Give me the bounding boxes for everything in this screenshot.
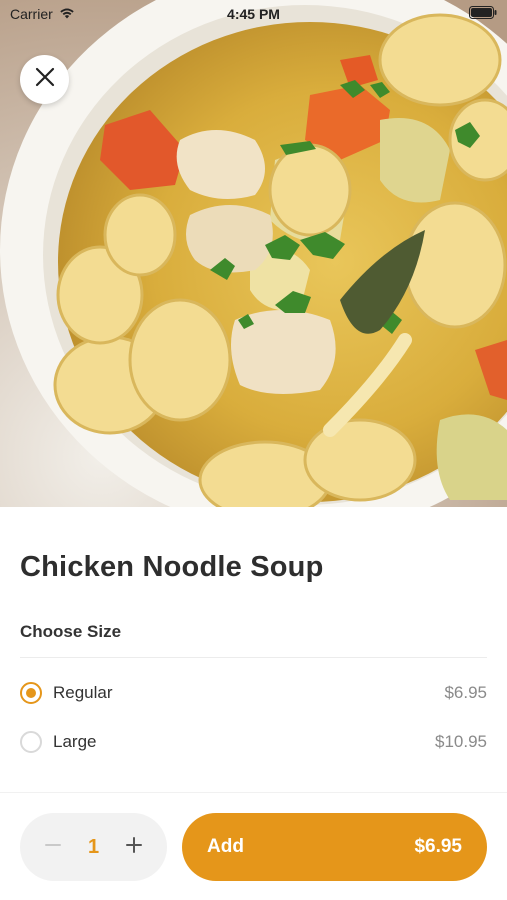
minus-icon xyxy=(44,836,62,859)
divider xyxy=(20,657,487,658)
close-icon xyxy=(35,67,55,92)
size-option-label: Regular xyxy=(53,682,113,702)
add-button-price: $6.95 xyxy=(414,836,462,857)
add-button-label: Add xyxy=(207,836,244,857)
soup-illustration xyxy=(0,0,507,507)
size-option-price: $6.95 xyxy=(444,682,487,702)
size-option-regular[interactable]: Regular $6.95 xyxy=(20,668,487,717)
battery-icon xyxy=(469,6,497,22)
size-option-large[interactable]: Large $10.95 xyxy=(20,717,487,766)
item-title: Chicken Noodle Soup xyxy=(20,551,324,583)
product-photo xyxy=(0,0,507,507)
decrement-button[interactable] xyxy=(40,834,66,860)
close-button[interactable] xyxy=(20,55,69,104)
status-bar: Carrier 4:45 PM xyxy=(0,0,507,28)
plus-icon xyxy=(125,836,143,859)
item-details: Chicken Noodle Soup Choose Size Regular … xyxy=(0,507,507,792)
size-option-label: Large xyxy=(53,731,97,751)
add-to-order-button[interactable]: Add $6.95 xyxy=(182,813,487,881)
size-section-label: Choose Size xyxy=(20,622,122,641)
status-time: 4:45 PM xyxy=(227,6,280,22)
carrier-label: Carrier xyxy=(10,6,53,22)
size-options: Regular $6.95 Large $10.95 xyxy=(20,668,487,766)
status-left: Carrier xyxy=(10,6,75,22)
quantity-value: 1 xyxy=(87,835,100,858)
size-option-price: $10.95 xyxy=(435,731,487,751)
radio-unselected-icon xyxy=(20,730,42,753)
bottom-bar: 1 Add $6.95 xyxy=(0,792,507,900)
increment-button[interactable] xyxy=(121,834,147,860)
wifi-icon xyxy=(59,6,75,22)
radio-selected-icon xyxy=(20,681,42,704)
quantity-stepper: 1 xyxy=(20,813,167,881)
